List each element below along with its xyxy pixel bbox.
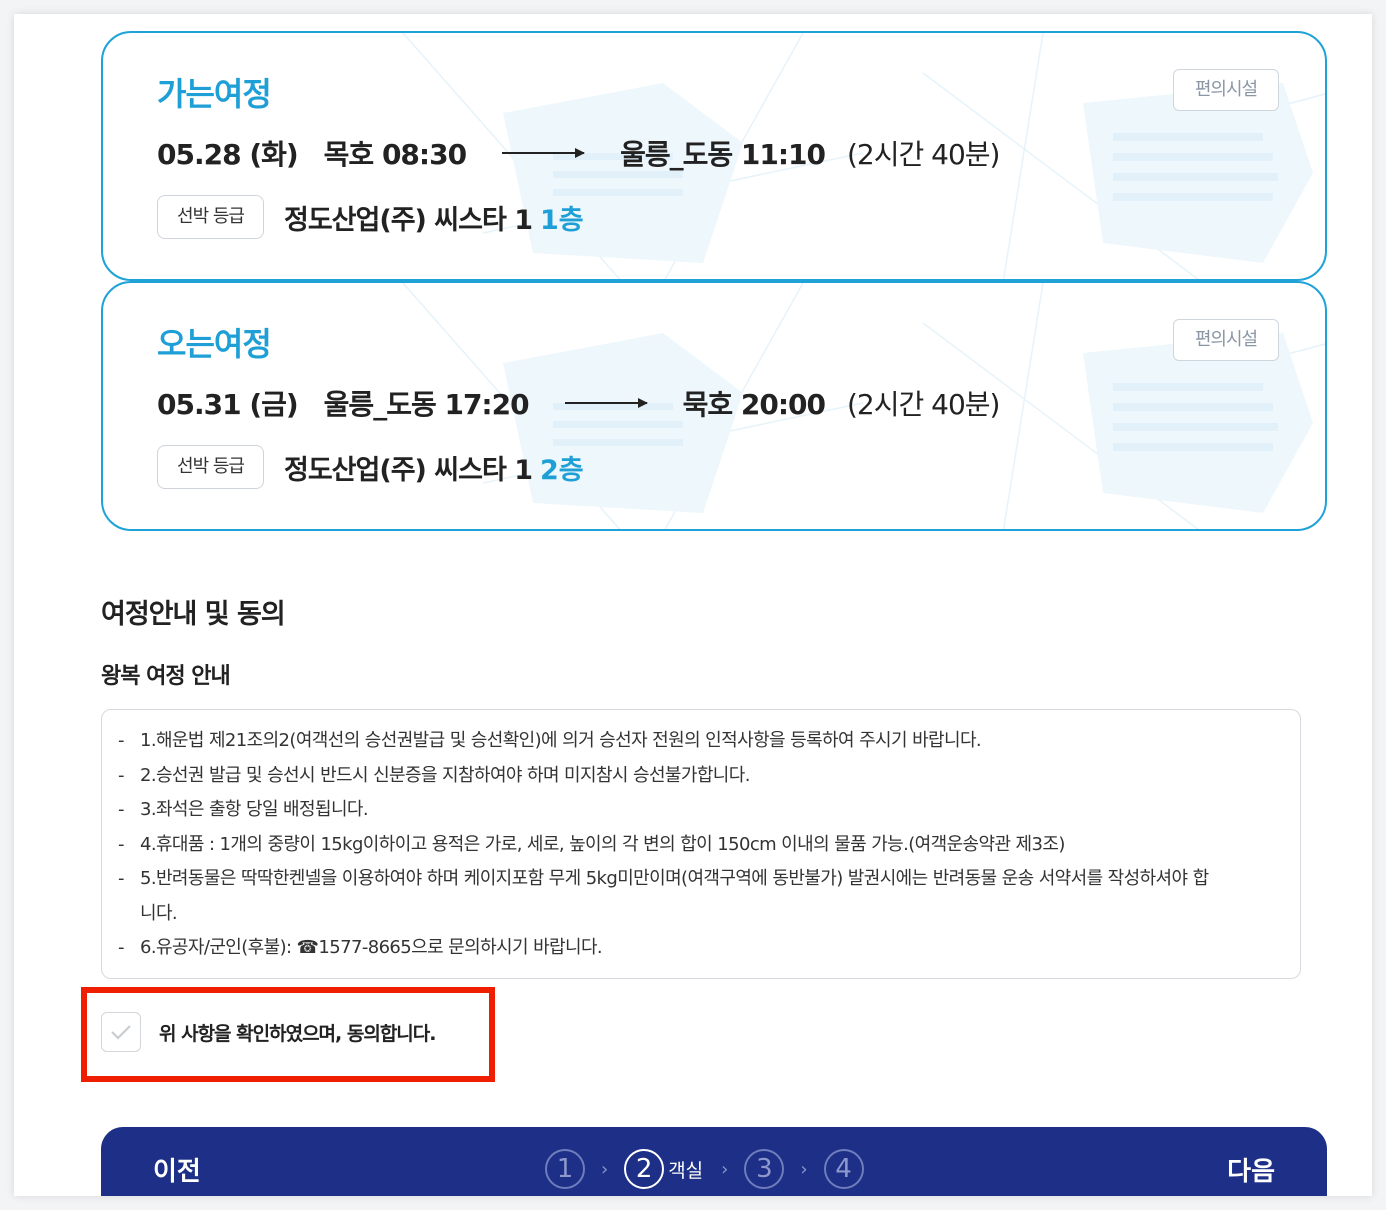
return-ship-floor: 2층 [540,454,584,486]
outbound-depart: 목호 08:30 [323,138,467,171]
prev-button[interactable]: 이전 [153,1151,201,1188]
outbound-route: 05.28 (화) 목호 08:30 울릉_도동 11:10 (2시간 40분) [157,133,1000,173]
outbound-title: 가는여정 [157,75,272,113]
return-route: 05.31 (금) 울릉_도동 17:20 묵호 20:00 (2시간 40분) [157,383,1000,423]
notice-item: 1.해운법 제21조의2(여객선의 승선권발급 및 승선확인)에 의거 승선자 … [118,724,1284,759]
outbound-ship-floor: 1층 [540,204,584,236]
return-duration: (2시간 40분) [847,388,1000,421]
chevron-right-icon: › [800,1158,808,1180]
sub-title: 왕복 여정 안내 [101,664,231,689]
outbound-grade-badge: 선박 등급 [157,195,264,239]
outbound-ship-row: 선박 등급 정도산업(주) 씨스타 1 1층 [157,195,584,239]
outbound-facility-button[interactable]: 편의시설 [1173,69,1279,111]
bottom-nav-bar: 이전 1 › 2 객실 › 3 › 4 다음 [101,1127,1327,1196]
arrow-right-icon [564,398,648,408]
chevron-right-icon: › [601,1158,609,1180]
page: 가는여정 편의시설 05.28 (화) 목호 08:30 울릉_도동 11:10… [14,14,1372,1196]
step-1: 1 [545,1149,585,1189]
return-date: 05.31 (금) [157,388,299,421]
step-2-active: 2 [624,1149,665,1189]
return-ship-row: 선박 등급 정도산업(주) 씨스타 1 2층 [157,445,584,489]
chevron-right-icon: › [721,1158,729,1180]
arrow-right-icon [502,148,586,158]
return-grade-badge: 선박 등급 [157,445,264,489]
section-title: 여정안내 및 동의 [101,599,286,630]
return-title: 오는여정 [157,325,272,363]
return-arrive: 묵호 20:00 [682,388,826,421]
outbound-date: 05.28 (화) [157,138,299,171]
notice-item: 2.승선권 발급 및 승선시 반드시 신분증을 지참하여야 하며 미지참시 승선… [118,759,1284,794]
notice-item: 3.좌석은 출항 당일 배정됩니다. [118,793,1284,828]
notice-item: 6.유공자/군인(후불): ☎1577-8665으로 문의하시기 바랍니다. [118,931,1284,966]
next-button[interactable]: 다음 [1227,1151,1275,1188]
highlight-box [81,987,495,1082]
active-step-label: 객실 [668,1159,704,1182]
return-facility-button[interactable]: 편의시설 [1173,319,1279,361]
return-depart: 울릉_도동 17:20 [323,388,530,421]
notice-item: 4.휴대품 : 1개의 중량이 15kg이하이고 용적은 가로, 세로, 높이의… [118,828,1284,863]
step-3: 3 [744,1149,785,1189]
return-trip-card: 오는여정 편의시설 05.31 (금) 울릉_도동 17:20 묵호 20:00… [101,281,1327,531]
outbound-trip-card: 가는여정 편의시설 05.28 (화) 목호 08:30 울릉_도동 11:10… [101,31,1327,281]
outbound-ship-name: 정도산업(주) 씨스타 1 [284,204,533,236]
step-indicator: 1 › 2 객실 › 3 › 4 [545,1147,864,1191]
notice-box: 1.해운법 제21조의2(여객선의 승선권발급 및 승선확인)에 의거 승선자 … [101,709,1301,979]
step-4: 4 [823,1149,864,1189]
outbound-duration: (2시간 40분) [847,138,1000,171]
return-ship-name: 정도산업(주) 씨스타 1 [284,454,533,486]
outbound-arrive: 울릉_도동 11:10 [620,138,826,171]
notice-list: 1.해운법 제21조의2(여객선의 승선권발급 및 승선확인)에 의거 승선자 … [118,724,1284,966]
notice-item: 5.반려동물은 딱딱한켄넬을 이용하여야 하며 케이지포함 무게 5kg미만이며… [118,862,1284,931]
